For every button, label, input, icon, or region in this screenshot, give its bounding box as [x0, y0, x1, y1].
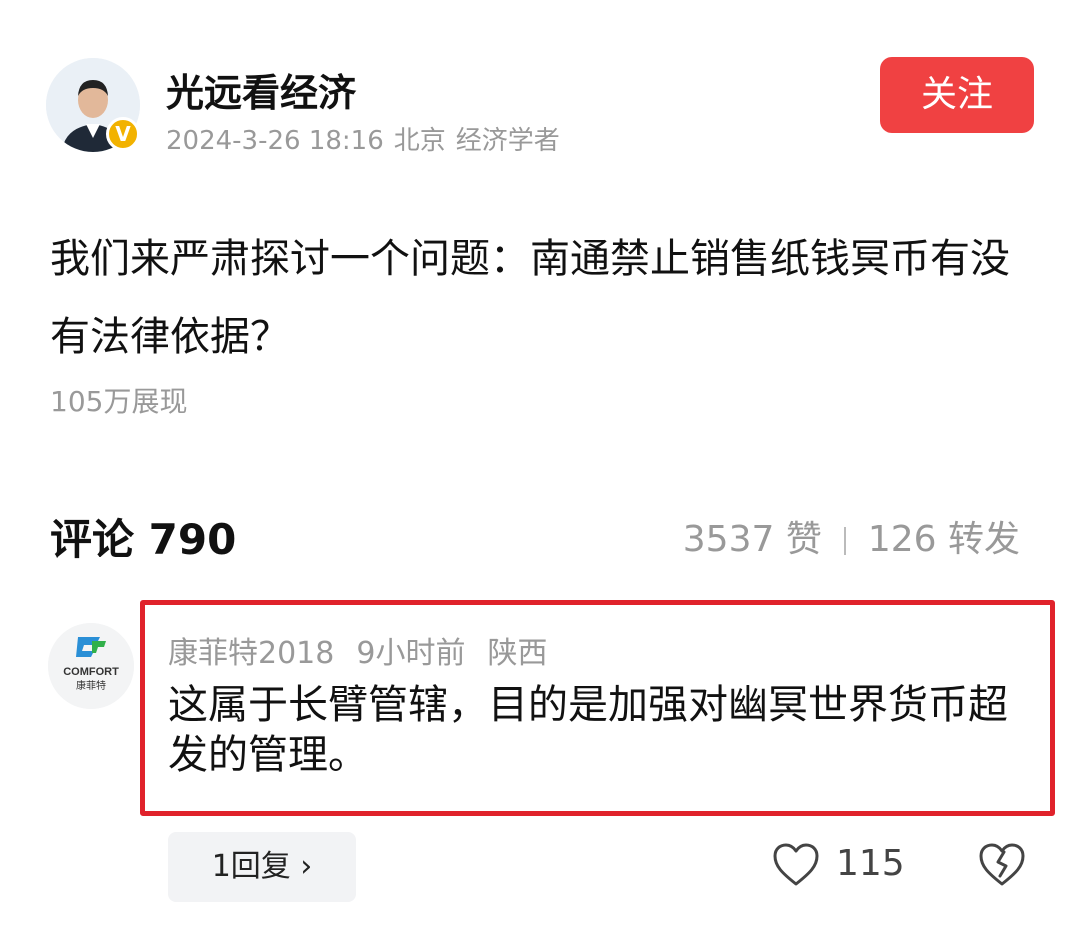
author-role: 经济学者 — [455, 126, 560, 156]
comments-count: 790 — [148, 515, 237, 564]
comments-heading: 评论 790 — [50, 506, 236, 567]
post-text: 我们来严肃探讨一个问题：南通禁止销售纸钱冥币有没有法律依据？ — [50, 236, 1010, 360]
comfort-logo-text: COMFORT — [63, 666, 119, 678]
view-replies-button[interactable]: 1回复 › — [168, 832, 356, 902]
commenter-avatar[interactable]: COMFORT 康菲特 — [48, 623, 134, 709]
post-meta: 2024-3-26 18:16 北京 经济学者 — [166, 120, 570, 157]
follow-button[interactable]: 关注 — [880, 57, 1034, 133]
verified-v-icon: V — [106, 117, 140, 151]
comfort-logo-subtext: 康菲特 — [76, 679, 106, 692]
comfort-logo: COMFORT 康菲特 — [48, 623, 134, 709]
author-name[interactable]: 光远看经济 — [166, 62, 356, 117]
reposts-stat[interactable]: 126 转发 — [868, 519, 1020, 560]
comment-meta: 康菲特2018 9小时前 陕西 — [168, 628, 569, 672]
view-count: 105万展现 — [50, 385, 188, 418]
likes-stat[interactable]: 3537 赞 — [683, 519, 822, 560]
broken-heart-icon[interactable] — [978, 842, 1026, 888]
post-stats: 3537 赞 126 转发 — [683, 510, 1020, 562]
comment-like-count: 115 — [836, 843, 905, 884]
commenter-name[interactable]: 康菲特2018 — [168, 636, 334, 671]
comment-text: 这属于长臂管辖，目的是加强对幽冥世界货币超发的管理。 — [168, 682, 1008, 778]
post-date: 2024-3-26 18:16 — [166, 126, 384, 156]
comment-location: 陕西 — [487, 636, 548, 671]
post-location: 北京 — [393, 126, 446, 156]
comment-time: 9小时前 — [356, 636, 466, 671]
stats-divider — [843, 527, 846, 555]
heart-outline-icon[interactable] — [772, 842, 820, 888]
comments-label: 评论 — [50, 515, 135, 564]
